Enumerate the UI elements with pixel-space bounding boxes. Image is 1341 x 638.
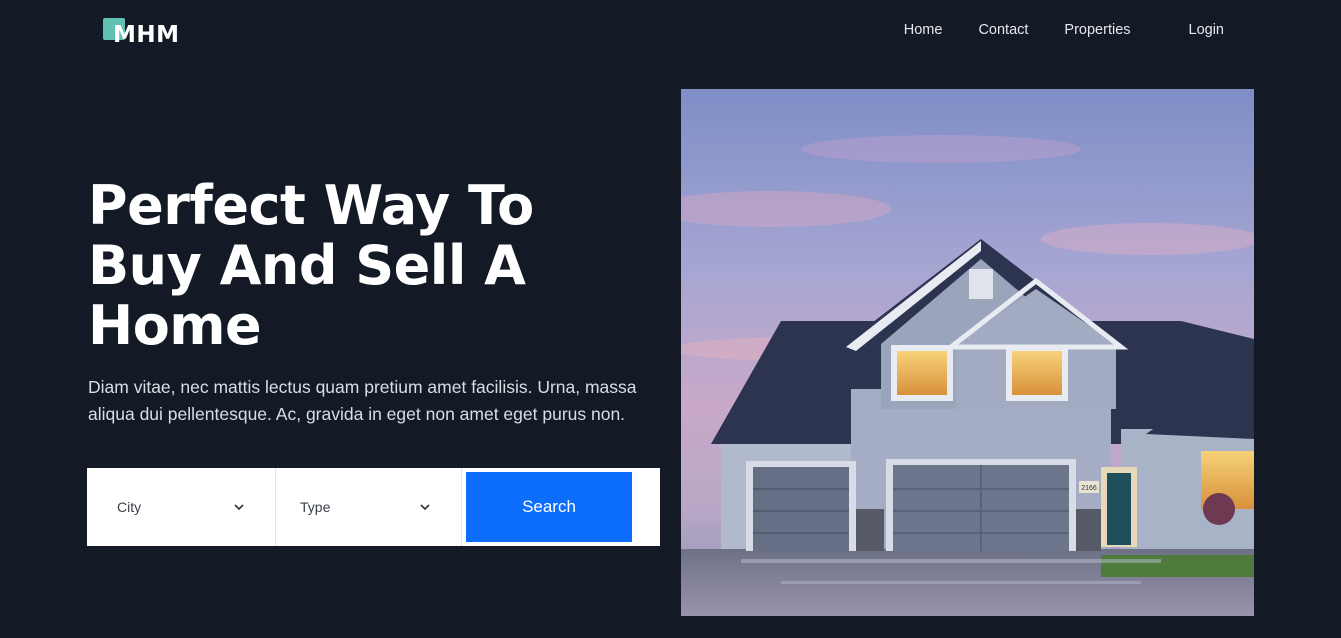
chevron-down-icon — [234, 504, 244, 511]
nav-contact-link[interactable]: Contact — [978, 22, 1028, 38]
logo-text: MHM — [113, 22, 180, 48]
house-number: 2166 — [1081, 485, 1097, 492]
type-select[interactable]: Type — [276, 468, 462, 546]
nav-properties-link[interactable]: Properties — [1064, 22, 1130, 38]
city-select-label: City — [117, 499, 142, 515]
hero-house-image: 2166 — [681, 89, 1254, 616]
nav-login-link[interactable]: Login — [1189, 22, 1224, 38]
hero-title: Perfect Way To Buy And Sell A Home — [88, 174, 534, 357]
search-bar: City Type Search — [87, 468, 660, 546]
logo[interactable]: MHM — [103, 18, 180, 48]
city-select[interactable]: City — [87, 468, 276, 546]
house-photo: 2166 — [681, 89, 1254, 616]
chevron-down-icon — [420, 504, 430, 511]
search-button[interactable]: Search — [466, 472, 632, 542]
nav-home-link[interactable]: Home — [904, 22, 943, 38]
page: MHM Home Contact Properties Login Perfec… — [0, 0, 1341, 638]
hero-subtitle: Diam vitae, nec mattis lectus quam preti… — [88, 377, 637, 424]
type-select-label: Type — [300, 499, 331, 515]
main-nav: Home Contact Properties Login — [868, 22, 1224, 38]
